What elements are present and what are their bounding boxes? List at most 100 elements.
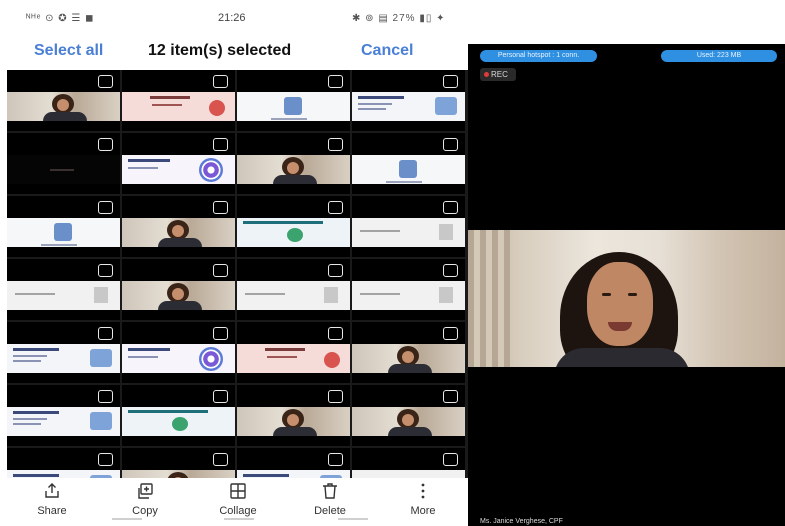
thumbnail-face[interactable] <box>352 385 465 446</box>
thumbnail-dark[interactable] <box>7 133 120 194</box>
share-button[interactable]: Share <box>17 482 87 517</box>
checkbox-icon[interactable] <box>213 264 228 277</box>
checkbox-icon[interactable] <box>328 327 343 340</box>
checkbox-icon[interactable] <box>98 264 113 277</box>
select-all-button[interactable]: Select all <box>34 42 103 60</box>
cancel-button[interactable]: Cancel <box>361 42 413 60</box>
delete-button[interactable]: Delete <box>295 482 365 517</box>
checkbox-icon[interactable] <box>443 390 458 403</box>
thumbnail-line1 <box>13 355 47 357</box>
thumbnail-target[interactable] <box>122 133 235 194</box>
rec-label: REC <box>491 70 508 79</box>
thumbnail-ttl <box>13 348 59 351</box>
checkbox-icon[interactable] <box>328 390 343 403</box>
checkbox-icon[interactable] <box>328 264 343 277</box>
more-icon <box>421 483 425 499</box>
thumbnail-line1 <box>13 418 47 420</box>
checkbox-icon[interactable] <box>213 75 228 88</box>
thumbnail-cloud[interactable] <box>7 196 120 257</box>
thumbnail-art <box>49 169 74 171</box>
checkbox-icon[interactable] <box>443 75 458 88</box>
thumbnail-plain[interactable] <box>237 259 350 320</box>
thumbnail-target[interactable] <box>122 322 235 383</box>
thumbnail-cloud[interactable] <box>237 70 350 131</box>
thumbnail-pink[interactable] <box>122 70 235 131</box>
checkbox-icon[interactable] <box>328 201 343 214</box>
thumbnail-plain[interactable] <box>7 259 120 320</box>
checkbox-icon[interactable] <box>98 75 113 88</box>
thumbnail-grid <box>7 70 468 478</box>
checkbox-icon[interactable] <box>443 453 458 466</box>
thumbnail-image <box>237 218 350 247</box>
thumbnail-ttl <box>358 96 404 99</box>
thumbnail-line1 <box>128 167 158 169</box>
checkbox-icon[interactable] <box>98 453 113 466</box>
checkbox-icon[interactable] <box>443 138 458 151</box>
thumbnail-blue[interactable] <box>237 196 350 257</box>
checkbox-icon[interactable] <box>213 453 228 466</box>
checkbox-icon[interactable] <box>328 453 343 466</box>
share-label: Share <box>37 505 67 517</box>
thumbnail-face[interactable] <box>122 259 235 320</box>
thumbnail-slide[interactable] <box>7 448 120 478</box>
thumbnail-slide[interactable] <box>237 448 350 478</box>
thumbnail-body <box>388 427 433 436</box>
checkbox-icon[interactable] <box>328 138 343 151</box>
thumbnail-image <box>352 218 465 247</box>
thumbnail-ttl <box>243 474 289 477</box>
speaker-name: Ms. Janice Verghese, CPF <box>480 518 563 525</box>
thumbnail-face[interactable] <box>7 70 120 131</box>
more-label: More <box>410 505 436 517</box>
checkbox-icon[interactable] <box>98 201 113 214</box>
thumbnail-art <box>286 228 303 242</box>
thumbnail-white[interactable] <box>352 448 465 478</box>
checkbox-icon[interactable] <box>98 390 113 403</box>
thumbnail-body <box>158 301 203 310</box>
copy-label: Copy <box>132 505 158 517</box>
thumbnail-ttl <box>13 411 59 414</box>
checkbox-icon[interactable] <box>98 327 113 340</box>
thumbnail-image <box>7 344 120 373</box>
thumbnail-image <box>237 470 350 478</box>
thumbnail-slide[interactable] <box>352 70 465 131</box>
checkbox-icon[interactable] <box>98 138 113 151</box>
thumbnail-art <box>90 349 112 367</box>
checkbox-icon[interactable] <box>213 390 228 403</box>
thumbnail-cloud[interactable] <box>352 133 465 194</box>
thumbnail-pink[interactable] <box>237 322 350 383</box>
thumbnail-plain[interactable] <box>352 259 465 320</box>
thumbnail-line1 <box>40 244 77 246</box>
checkbox-icon[interactable] <box>328 75 343 88</box>
checkbox-icon[interactable] <box>213 138 228 151</box>
thumbnail-line1 <box>385 181 422 183</box>
checkbox-icon[interactable] <box>213 327 228 340</box>
checkbox-icon[interactable] <box>443 327 458 340</box>
thumbnail-face[interactable] <box>352 322 465 383</box>
thumbnail-face[interactable] <box>122 196 235 257</box>
checkbox-icon[interactable] <box>213 201 228 214</box>
checkbox-icon[interactable] <box>443 201 458 214</box>
collage-button[interactable]: Collage <box>203 482 273 517</box>
thumbnail-image <box>352 155 465 184</box>
thumbnail-face[interactable] <box>237 133 350 194</box>
thumbnail-slide[interactable] <box>7 322 120 383</box>
delete-icon <box>323 483 337 499</box>
checkbox-icon[interactable] <box>443 264 458 277</box>
thumbnail-slide[interactable] <box>7 385 120 446</box>
thumbnail-face[interactable] <box>237 385 350 446</box>
thumbnail-blue[interactable] <box>122 385 235 446</box>
thumbnail-body <box>273 175 318 184</box>
thumbnail-line1 <box>15 293 55 295</box>
more-button[interactable]: More <box>388 482 458 517</box>
status-icons-left: ᴺᴴᵉ ⊙ ✪ ☰ ◼ <box>26 13 95 24</box>
thumbnail-plain[interactable] <box>352 196 465 257</box>
thumbnail-image <box>352 407 465 436</box>
thumbnail-face[interactable] <box>122 448 235 478</box>
thumbnail-body <box>273 427 318 436</box>
thumbnail-art <box>324 352 340 368</box>
thumbnail-art <box>90 412 112 430</box>
thumbnail-ttl <box>128 348 170 351</box>
speaker-body <box>554 348 690 367</box>
gallery-screen: ᴺᴴᵉ ⊙ ✪ ☰ ◼ 21:26 ✱ ⊚ ▤ 27% ▮▯ ✦ Select … <box>0 0 468 526</box>
copy-button[interactable]: Copy <box>110 482 180 517</box>
